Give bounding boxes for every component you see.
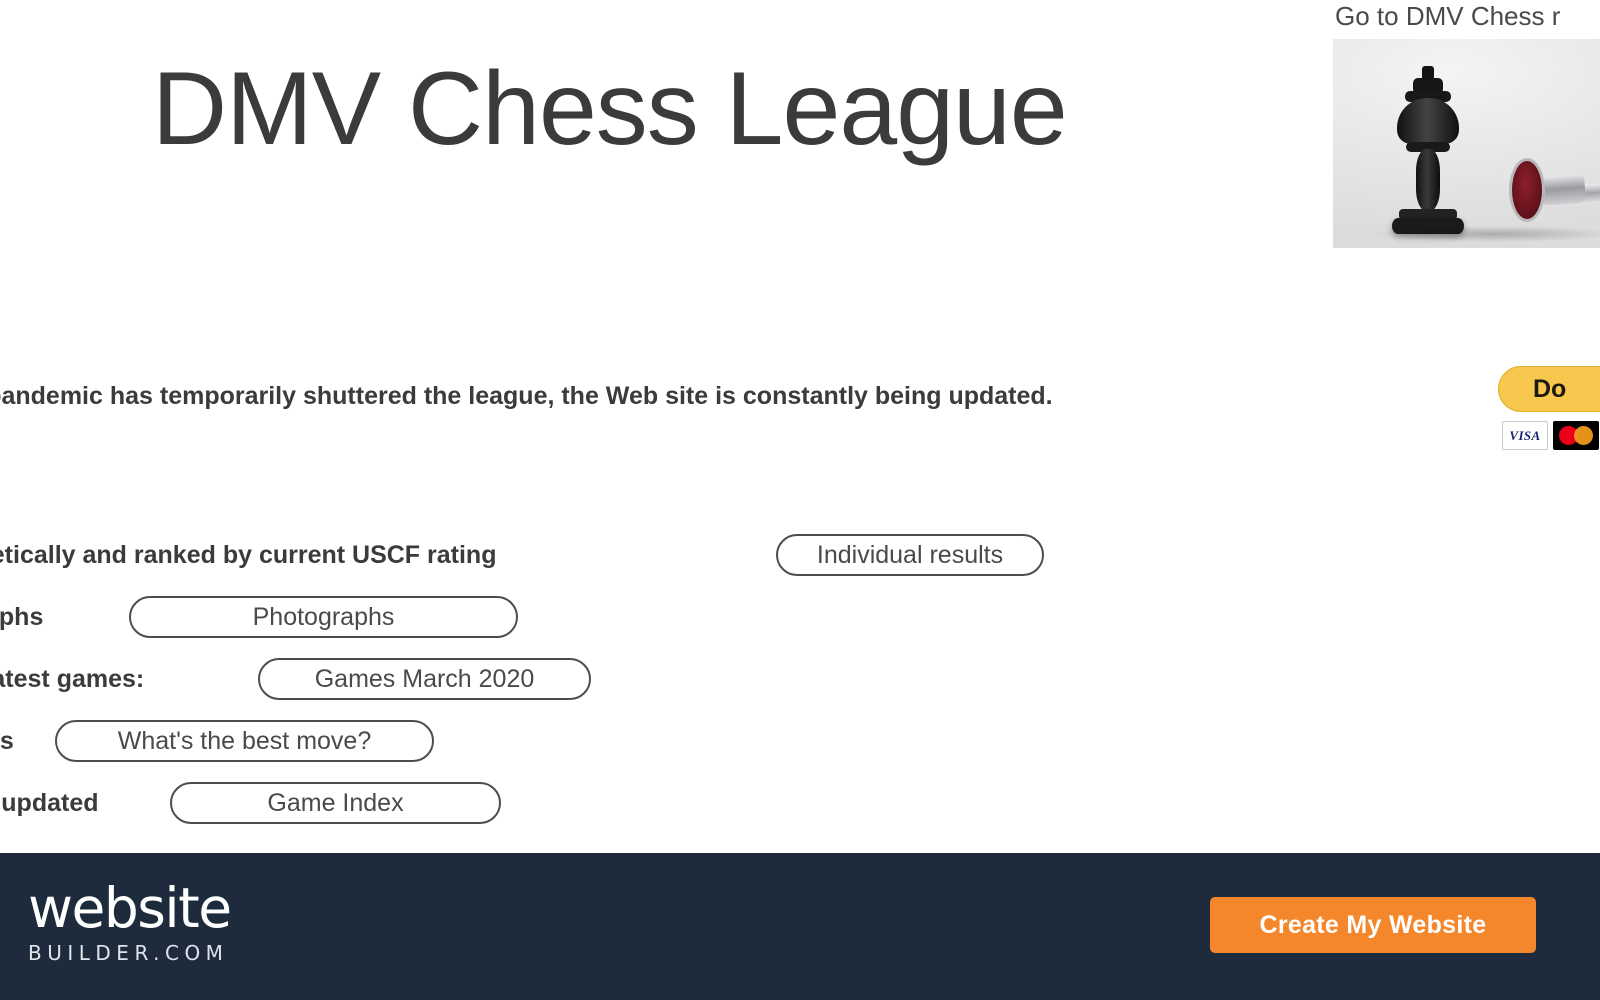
games-march-2020-button[interactable]: Games March 2020 — [258, 658, 591, 700]
mastercard-card-icon — [1553, 421, 1599, 450]
photographs-button[interactable]: Photographs — [129, 596, 518, 638]
chess-photo-image[interactable] — [1333, 38, 1600, 248]
intro-paragraph: OVID-19 pandemic has temporarily shutter… — [0, 382, 1053, 410]
websitebuilder-logo[interactable]: website BUILDER.COM — [28, 876, 268, 966]
row-label-latest-games: s - Latest games: — [0, 664, 145, 693]
paypal-donate-button[interactable]: Do — [1498, 366, 1600, 412]
whats-the-best-move-button[interactable]: What's the best move? — [55, 720, 434, 762]
page-title: DMV Chess League — [152, 51, 1068, 167]
list-item: es What's the best move? — [0, 710, 1600, 772]
donate-block: Do VISA — [1498, 366, 1600, 450]
row-label-individual-results: d alphabetically and ranked by current U… — [0, 540, 497, 569]
header-chess-link[interactable]: Go to DMV Chess r — [1333, 0, 1600, 248]
game-index-button[interactable]: Game Index — [170, 782, 501, 824]
footer-bar: website BUILDER.COM Create My Website — [0, 853, 1600, 1000]
row-label-photographs: graphs — [0, 602, 44, 631]
list-item: t updated Game Index — [0, 772, 1600, 834]
accepted-cards-row: VISA — [1498, 421, 1600, 450]
page-root: DMV Chess League Go to DMV Chess r Do VI… — [0, 0, 1600, 1000]
list-item: s - Latest games: Games March 2020 — [0, 648, 1600, 710]
photo-shadow — [1373, 225, 1600, 242]
visa-card-icon: VISA — [1502, 421, 1548, 450]
fallen-chess-piece-icon — [1509, 150, 1600, 224]
link-rows: d alphabetically and ranked by current U… — [0, 524, 1600, 834]
row-label-puzzles: es — [0, 726, 14, 755]
row-label-last-updated: t updated — [0, 788, 99, 817]
list-item: d alphabetically and ranked by current U… — [0, 524, 1600, 586]
websitebuilder-logo-word: website — [28, 876, 232, 940]
individual-results-button[interactable]: Individual results — [776, 534, 1044, 576]
websitebuilder-logo-subtext: BUILDER.COM — [28, 941, 229, 965]
header-link-label[interactable]: Go to DMV Chess r — [1333, 0, 1600, 33]
chess-king-icon — [1389, 65, 1467, 234]
list-item: graphs Photographs — [0, 586, 1600, 648]
create-my-website-button[interactable]: Create My Website — [1210, 897, 1536, 953]
